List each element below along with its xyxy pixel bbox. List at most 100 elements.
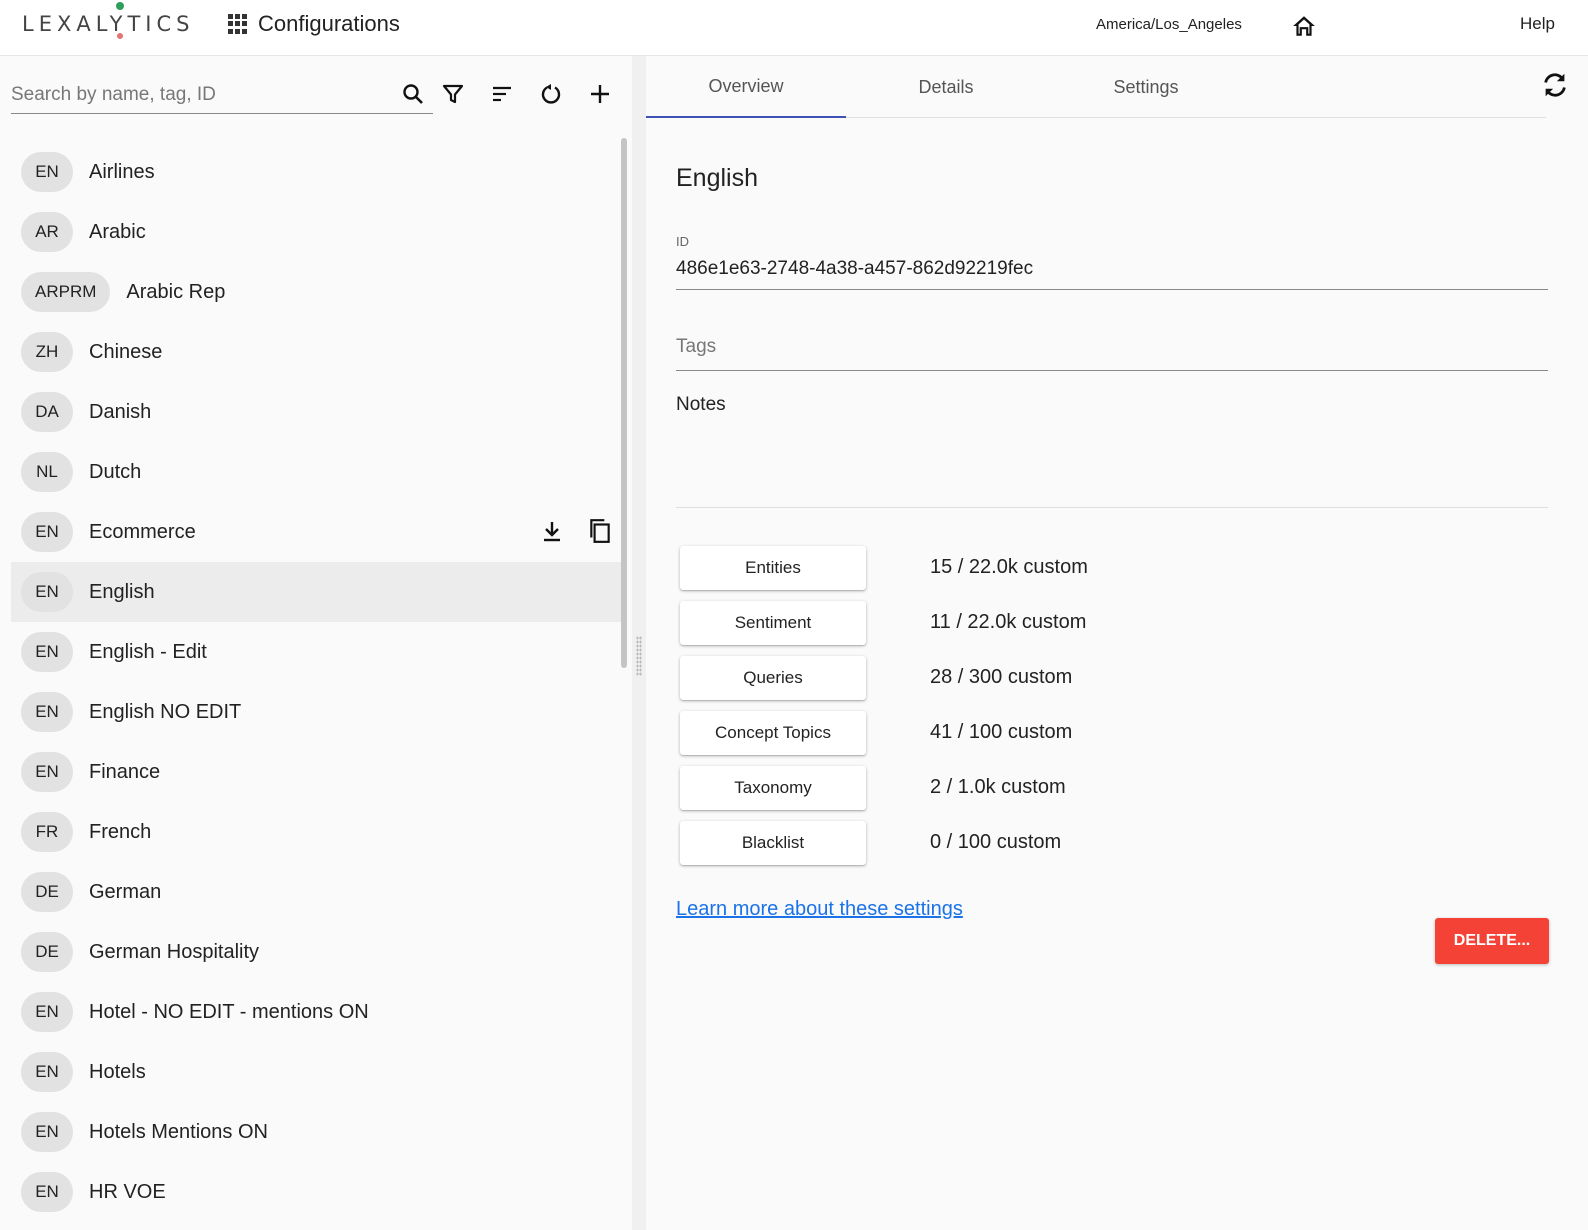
language-chip: AR (21, 212, 73, 252)
sync-icon[interactable] (1540, 70, 1570, 100)
id-label: ID (676, 234, 689, 249)
list-item[interactable]: DE German Hospitality (11, 922, 621, 982)
download-icon[interactable] (537, 516, 567, 546)
language-chip: FR (21, 812, 73, 852)
list-item-label: Airlines (89, 160, 155, 183)
list-item[interactable]: DA Danish (11, 382, 621, 442)
filter-icon[interactable] (439, 80, 467, 108)
configuration-name[interactable]: English (676, 164, 758, 193)
tab-details[interactable]: Details (846, 56, 1046, 118)
logo-mark-icon (110, 0, 130, 40)
list-item[interactable]: ARPRM Arabic Rep (11, 262, 621, 322)
language-chip: DE (21, 932, 73, 972)
stat-value: 0 / 100 custom (930, 831, 1062, 853)
timezone-selector[interactable]: America/Los_Angeles (1096, 16, 1242, 33)
list-item-label: English (89, 580, 155, 603)
language-chip: NL (21, 452, 73, 492)
blacklist-button[interactable]: Blacklist (680, 821, 866, 865)
add-icon[interactable] (586, 80, 614, 108)
app-header: LEXALYTICS Configurations America/Los_An… (0, 0, 1588, 56)
configuration-list: EN Airlines AR Arabic ARPRM Arabic Rep Z… (11, 142, 621, 1222)
list-item[interactable]: EN Hotel - NO EDIT - mentions ON (11, 982, 621, 1042)
list-item-label: Arabic (89, 220, 146, 243)
language-chip: EN (21, 1052, 73, 1092)
list-item-label: Finance (89, 760, 161, 783)
drag-handle-icon[interactable] (636, 636, 642, 676)
list-item-label: German (89, 880, 162, 903)
language-chip: EN (21, 1172, 73, 1212)
home-icon[interactable] (1291, 13, 1317, 39)
list-item[interactable]: EN Hotels Mentions ON (11, 1102, 621, 1162)
list-item[interactable]: EN Finance (11, 742, 621, 802)
notes-field[interactable]: Notes (676, 394, 1548, 508)
detail-tabs: Overview Details Settings (646, 56, 1546, 118)
language-chip: EN (21, 512, 73, 552)
concept-topics-button[interactable]: Concept Topics (680, 711, 866, 755)
stat-value: 11 / 22.0k custom (930, 611, 1087, 633)
tab-settings[interactable]: Settings (1046, 56, 1246, 118)
list-item-label: Dutch (89, 460, 142, 483)
queries-button[interactable]: Queries (680, 656, 866, 700)
list-item-label: French (89, 820, 152, 843)
taxonomy-button[interactable]: Taxonomy (680, 766, 866, 810)
delete-button[interactable]: DELETE... (1435, 918, 1549, 964)
id-field: 486e1e63-2748-4a38-a457-862d92219fec (676, 258, 1548, 290)
list-item[interactable]: EN English (11, 562, 621, 622)
panel-splitter[interactable] (632, 56, 646, 1230)
list-toolbar (11, 76, 621, 120)
sentiment-button[interactable]: Sentiment (680, 601, 866, 645)
apps-grid-icon[interactable] (228, 14, 248, 34)
language-chip: EN (21, 692, 73, 732)
stat-value: 41 / 100 custom (930, 721, 1073, 743)
language-chip: EN (21, 632, 73, 672)
language-chip: EN (21, 752, 73, 792)
language-chip: ZH (21, 332, 73, 372)
tags-input[interactable]: Tags (676, 336, 1548, 371)
list-item-label: Hotels (89, 1060, 146, 1083)
list-item[interactable]: DE German (11, 862, 621, 922)
list-item-label: Chinese (89, 340, 163, 363)
sort-icon[interactable] (488, 80, 516, 108)
detail-panel: Overview Details Settings English ID 486… (646, 56, 1588, 1230)
stat-value: 2 / 1.0k custom (930, 776, 1066, 798)
language-chip: ARPRM (21, 272, 111, 312)
list-item-label: Hotels Mentions ON (89, 1120, 268, 1143)
lexalytics-logo[interactable]: LEXALYTICS (22, 12, 194, 36)
language-chip: EN (21, 1112, 73, 1152)
list-item[interactable]: NL Dutch (11, 442, 621, 502)
language-chip: EN (21, 152, 73, 192)
list-item[interactable]: AR Arabic (11, 202, 621, 262)
configuration-list-panel: EN Airlines AR Arabic ARPRM Arabic Rep Z… (0, 56, 632, 1230)
row-actions (519, 516, 615, 546)
app-switcher[interactable]: Configurations (228, 11, 400, 37)
list-item[interactable]: FR French (11, 802, 621, 862)
list-scrollbar[interactable] (621, 138, 627, 668)
copy-icon[interactable] (585, 516, 615, 546)
search-input[interactable] (11, 76, 433, 114)
list-item[interactable]: EN HR VOE (11, 1162, 621, 1222)
refresh-icon[interactable] (537, 80, 565, 108)
language-chip: DE (21, 872, 73, 912)
list-item-label: HR VOE (89, 1180, 166, 1203)
language-chip: EN (21, 992, 73, 1032)
list-item-label: Arabic Rep (126, 280, 226, 303)
search-icon[interactable] (399, 80, 427, 108)
list-item-label: English NO EDIT (89, 700, 242, 723)
list-item-label: German Hospitality (89, 940, 260, 963)
language-chip: DA (21, 392, 73, 432)
list-item[interactable]: EN Hotels (11, 1042, 621, 1102)
entities-button[interactable]: Entities (680, 546, 866, 590)
list-item[interactable]: EN English - Edit (11, 622, 621, 682)
list-item-label: English - Edit (89, 640, 207, 663)
list-item[interactable]: EN English NO EDIT (11, 682, 621, 742)
app-title: Configurations (258, 11, 400, 36)
help-link[interactable]: Help (1520, 14, 1555, 34)
stat-value: 28 / 300 custom (930, 666, 1073, 688)
stat-value: 15 / 22.0k custom (930, 556, 1088, 578)
learn-more-link[interactable]: Learn more about these settings (676, 898, 963, 921)
list-item[interactable]: EN Ecommerce (11, 502, 621, 562)
tab-overview[interactable]: Overview (646, 56, 846, 118)
list-item-label: Hotel - NO EDIT - mentions ON (89, 1000, 369, 1023)
list-item[interactable]: ZH Chinese (11, 322, 621, 382)
list-item[interactable]: EN Airlines (11, 142, 621, 202)
